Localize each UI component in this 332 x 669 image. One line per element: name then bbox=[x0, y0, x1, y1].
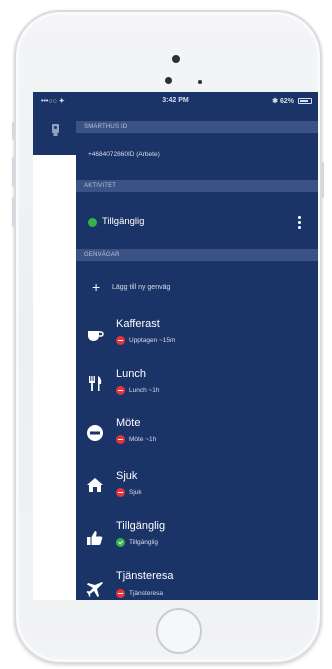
shortcut-subtitle: Tillgänglig bbox=[129, 539, 159, 546]
activity-section-label: Aktivitet bbox=[84, 183, 117, 189]
busy-status-icon bbox=[116, 336, 125, 345]
shortcut-subtitle: Sjuk bbox=[129, 489, 142, 496]
current-status-row[interactable]: Tillgänglig bbox=[76, 207, 318, 237]
proximity-sensor bbox=[198, 80, 202, 84]
plus-icon: + bbox=[92, 279, 101, 295]
shortcut-title: Möte bbox=[116, 417, 141, 429]
user-badge-icon[interactable] bbox=[51, 124, 60, 136]
shortcut-item-sjuk[interactable]: Sjuk Sjuk bbox=[76, 466, 318, 504]
busy-status-icon bbox=[116, 386, 125, 395]
airplane-icon bbox=[86, 582, 103, 597]
more-vertical-icon[interactable] bbox=[298, 216, 302, 230]
shortcut-subtitle: Upptagen ~15m bbox=[129, 337, 176, 344]
thumbs-up-icon bbox=[87, 531, 103, 545]
shortcut-title: Tillgänglig bbox=[116, 520, 166, 532]
earpiece-dot bbox=[165, 77, 172, 84]
busy-status-icon bbox=[116, 435, 125, 444]
mute-switch bbox=[12, 122, 15, 140]
busy-status-icon bbox=[116, 488, 125, 497]
shortcut-subtitle: Tjänsteresa bbox=[129, 590, 163, 597]
shortcut-item-tjansteresa[interactable]: Tjänsteresa Tjänsteresa bbox=[76, 568, 318, 600]
home-icon bbox=[87, 478, 103, 492]
volume-up-button bbox=[12, 157, 15, 187]
shortcuts-section-label: Genvägar bbox=[84, 252, 120, 258]
side-drawer: Smarthus ID +4684072860ID (Arbete) Aktiv… bbox=[76, 92, 318, 600]
shortcut-title: Sjuk bbox=[116, 470, 138, 482]
status-bar: •••○○ ✦ 3:42 PM ✱ 62% bbox=[33, 92, 318, 109]
no-entry-icon bbox=[87, 425, 103, 441]
phone-number[interactable]: +4684072860ID (Arbete) bbox=[88, 151, 160, 158]
shortcut-title: Kafferast bbox=[116, 318, 160, 330]
add-shortcut-label: Lägg till ny genväg bbox=[112, 284, 171, 291]
front-camera bbox=[172, 55, 180, 63]
app-screen: •••○○ ✦ 3:42 PM ✱ 62% Smarthus ID +46840… bbox=[33, 92, 318, 600]
shortcut-title: Tjänsteresa bbox=[116, 570, 174, 582]
battery-percent: ✱ 62% bbox=[272, 98, 294, 105]
available-status-icon bbox=[116, 538, 125, 547]
volume-down-button bbox=[12, 197, 15, 227]
home-button[interactable] bbox=[156, 608, 202, 654]
shortcuts-section-header: Genvägar bbox=[76, 249, 318, 261]
cutlery-icon bbox=[89, 376, 102, 391]
coffee-icon bbox=[88, 331, 104, 341]
shortcut-item-tillganglig[interactable]: Tillgänglig Tillgänglig bbox=[76, 517, 318, 555]
shortcut-item-kafferast[interactable]: Kafferast Upptagen ~15m bbox=[76, 314, 318, 352]
busy-status-icon bbox=[116, 589, 125, 598]
power-button bbox=[321, 162, 324, 198]
shortcut-item-mote[interactable]: Möte Möte ~1h bbox=[76, 415, 318, 453]
activity-section-header: Aktivitet bbox=[76, 180, 318, 192]
battery-icon bbox=[298, 98, 312, 104]
available-status-icon bbox=[88, 218, 97, 227]
id-section-label: Smarthus ID bbox=[84, 124, 128, 130]
shortcut-item-lunch[interactable]: Lunch Lunch ~1h bbox=[76, 364, 318, 402]
add-shortcut-row[interactable]: + Lägg till ny genväg bbox=[76, 274, 318, 300]
main-content-peek[interactable] bbox=[33, 92, 76, 600]
shortcut-subtitle: Lunch ~1h bbox=[129, 387, 160, 394]
id-section-header: Smarthus ID bbox=[76, 121, 318, 133]
shortcut-subtitle: Möte ~1h bbox=[129, 436, 157, 443]
current-status-label: Tillgänglig bbox=[102, 216, 145, 227]
shortcut-title: Lunch bbox=[116, 368, 146, 380]
